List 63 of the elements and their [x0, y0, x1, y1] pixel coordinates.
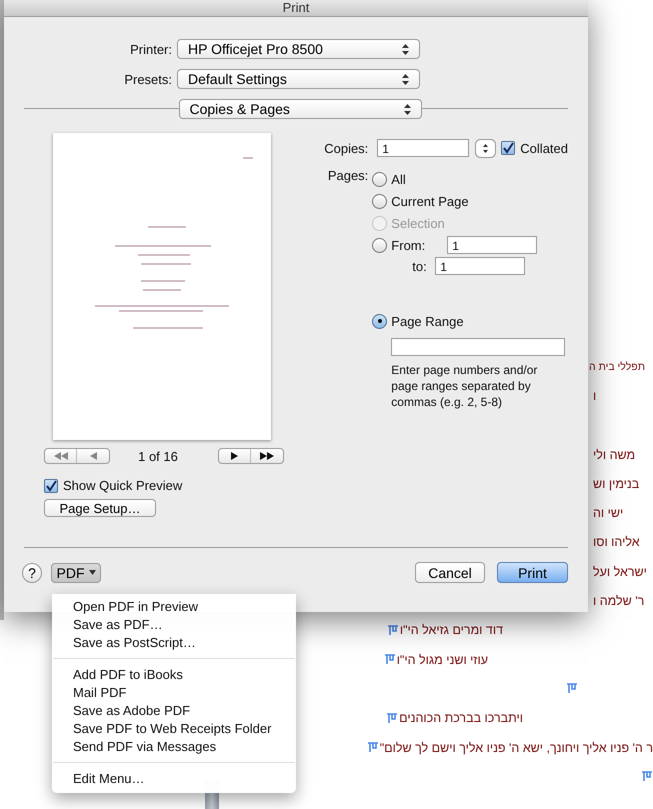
double-left-arrow-icon	[54, 452, 68, 460]
menu-item[interactable]: Send PDF via Messages	[52, 738, 296, 756]
print-button[interactable]: Print	[497, 562, 568, 583]
printer-label: Printer:	[129, 42, 172, 56]
popup-arrows-icon	[402, 44, 409, 54]
radio-button[interactable]	[372, 314, 388, 328]
presets-label: Presets:	[123, 72, 172, 86]
right-arrow-icon	[231, 452, 238, 460]
left-arrow-icon	[90, 452, 96, 460]
page-counter: 1 of 16	[137, 448, 179, 464]
menu-item[interactable]: Open PDF in Preview	[52, 598, 296, 616]
radio-button[interactable]	[372, 238, 388, 252]
document-text: משה ולי	[593, 448, 636, 462]
quick-preview-checkbox[interactable]	[44, 478, 58, 492]
help-button[interactable]: ?	[22, 562, 42, 582]
page-range-field[interactable]	[391, 338, 566, 356]
radio-label: Current Page	[391, 194, 469, 208]
copies-field[interactable]: 1	[377, 139, 470, 157]
from-field[interactable]: 1	[447, 236, 538, 254]
cancel-button[interactable]: Cancel	[415, 562, 485, 583]
copies-label: Copies:	[323, 140, 368, 156]
menu-item[interactable]: Save PDF to Web Receipts Folder	[52, 720, 296, 738]
popup-arrows-icon	[402, 74, 409, 84]
collated-checkbox[interactable]	[501, 141, 516, 155]
radio-button[interactable]	[372, 172, 388, 186]
menu-item[interactable]: Save as PDF…	[52, 616, 296, 634]
document-text: תפללי בית ה	[589, 360, 645, 373]
pages-label: Pages:	[326, 168, 368, 185]
radio-label: From:	[391, 238, 426, 252]
presets-popup[interactable]: Default Settings	[177, 69, 420, 89]
document-text: ויתברכו בברכת הכוהנים	[399, 711, 523, 726]
double-right-arrow-icon	[260, 452, 274, 460]
radio-label: Selection	[391, 216, 445, 230]
popup-arrows-icon	[404, 104, 410, 114]
stepper-icon[interactable]	[475, 138, 496, 158]
menu-item[interactable]: Save as PostScript…	[52, 634, 296, 652]
document-text: ישי וה	[593, 506, 624, 520]
document-text: עוזי ושני מגול הי"ו	[396, 652, 488, 667]
document-text: אליהו וסו	[593, 535, 640, 550]
document-text: ר ה' פניו אליך ויחונך, ישא ה' פניו אליך וישם לך שלום"	[380, 740, 653, 754]
quick-preview-label: Show Quick Preview	[63, 478, 182, 493]
page-setup-button[interactable]: Page Setup…	[44, 499, 156, 517]
to-label: to:	[412, 258, 428, 274]
menu-item[interactable]: Save as Adobe PDF	[52, 702, 296, 720]
radio-label: All	[391, 172, 406, 186]
collated-label: Collated	[520, 140, 568, 156]
section-popup[interactable]: Copies & Pages	[178, 99, 422, 119]
menu-item[interactable]: Mail PDF	[52, 684, 296, 702]
page-range-hint: Enter page numbers and/or page ranges separated by commas (e.g. 2, 5-8)	[391, 362, 538, 410]
window-title: Print	[282, 0, 310, 15]
menu-item[interactable]: Edit Menu…	[52, 770, 296, 788]
radio-button[interactable]	[372, 194, 388, 208]
document-text: בנימין וש	[593, 476, 640, 491]
radio-label: Page Range	[391, 314, 464, 328]
menu-item[interactable]: Add PDF to iBooks	[52, 666, 296, 684]
caret-icon	[88, 570, 96, 575]
document-text: ו	[593, 388, 596, 403]
document-text: ישראל ועל	[593, 564, 647, 579]
document-text: ר' שלמה ו	[593, 594, 644, 608]
to-field[interactable]: 1	[435, 257, 526, 275]
pdf-menu-button[interactable]: PDF	[51, 562, 101, 582]
printer-popup[interactable]: HP Officejet Pro 8500	[177, 39, 420, 59]
document-text: דוד ומרים גזיאל הי"ו	[400, 623, 503, 638]
